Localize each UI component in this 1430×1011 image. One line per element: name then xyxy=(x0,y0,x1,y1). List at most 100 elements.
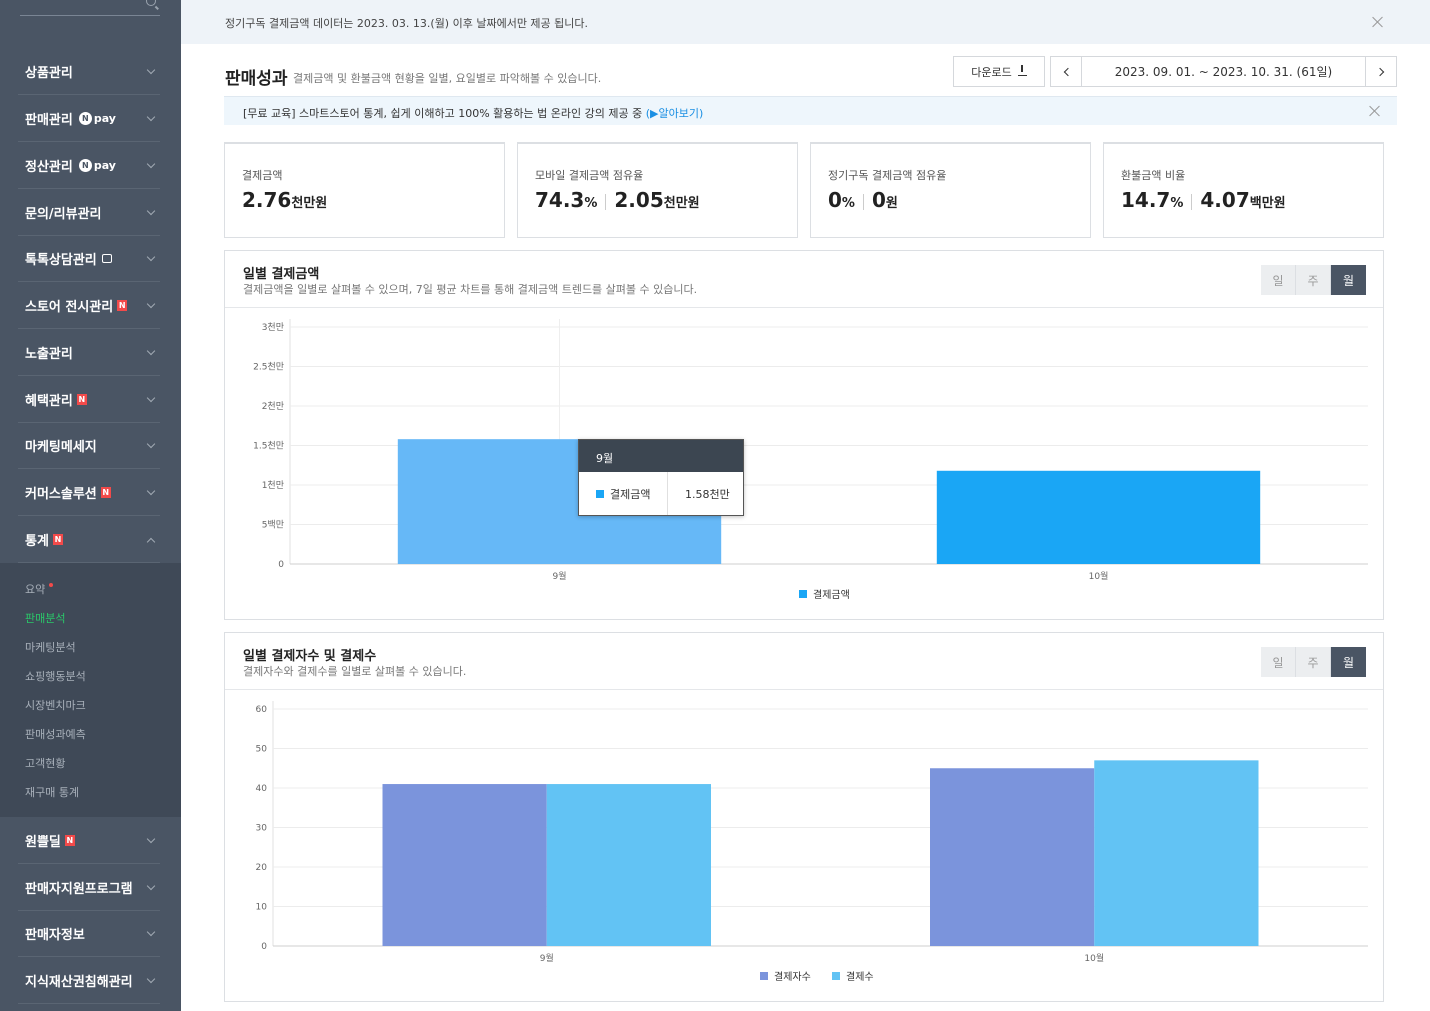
kpi-card-mobile-share: 모바일 결제금액 점유율 74.3% 2.05천만원 xyxy=(517,142,798,238)
legend-swatch xyxy=(832,972,840,980)
new-dot xyxy=(49,583,54,587)
stats-subitem-5[interactable]: 판매성과예측 xyxy=(25,726,86,742)
toggle-day[interactable]: 일 xyxy=(1261,647,1296,677)
close-icon[interactable] xyxy=(1372,16,1384,28)
y-tick-label: 30 xyxy=(256,824,268,834)
kpi-card-payment: 결제금액 2.76천만원 xyxy=(224,142,505,238)
chevron-down-icon xyxy=(146,881,156,891)
tooltip-value: 1.58천만 xyxy=(685,487,730,501)
sidebar-group-label: 지식재산권침해관리 xyxy=(25,975,133,990)
download-button[interactable]: 다운로드 xyxy=(953,56,1045,87)
sidebar-group-label: 문의/리뷰관리 xyxy=(25,207,102,222)
stats-subitem-4[interactable]: 시장벤치마크 xyxy=(25,697,86,713)
sidebar-group-9[interactable]: 커머스솔루션 N xyxy=(18,470,160,516)
new-badge: N xyxy=(117,300,128,311)
panel-title: 일별 결제금액 xyxy=(243,267,320,282)
stats-subitem-6[interactable]: 고객현황 xyxy=(25,755,65,771)
payment-bar-chart: 05백만1천만1.5천만2천만2.5천만3천만9월 10월결제금액 xyxy=(253,319,1368,601)
x-tick-label: 10월 xyxy=(1089,570,1109,582)
sidebar-group-8[interactable]: 마케팅메세지 xyxy=(18,423,160,469)
sidebar-group-4[interactable]: 톡톡상담관리 xyxy=(18,236,160,282)
sidebar-group-0[interactable]: 상품관리 xyxy=(18,49,160,95)
next-period-button[interactable] xyxy=(1365,56,1397,87)
legend-label: 결제자수 xyxy=(774,971,811,983)
legend-swatch xyxy=(799,590,807,598)
sidebar-group-7[interactable]: 혜택관리 N xyxy=(18,377,160,423)
stats-subitem-1[interactable]: 판매분석 xyxy=(25,610,65,626)
y-tick-label: 10 xyxy=(256,903,268,913)
chat-bubble-icon xyxy=(101,254,112,263)
kpi-label: 정기구독 결제금액 점유율 xyxy=(828,169,947,182)
date-range-picker[interactable]: 2023. 09. 01. ~ 2023. 10. 31. (61일) xyxy=(1081,56,1366,87)
y-tick-label: 2천만 xyxy=(262,401,284,412)
new-badge: N xyxy=(52,534,63,545)
stats-subitem-0[interactable]: 요약 xyxy=(25,581,54,597)
sidebar-search[interactable] xyxy=(20,0,160,16)
prev-period-button[interactable] xyxy=(1050,56,1082,87)
kpi-card-refund-ratio: 환불금액 비율 14.7% 4.07백만원 xyxy=(1103,142,1384,238)
stats-subitem-3[interactable]: 쇼핑행동분석 xyxy=(25,668,86,684)
toggle-month[interactable]: 월 xyxy=(1331,647,1366,677)
y-tick-label: 20 xyxy=(256,863,268,873)
chevron-down-icon xyxy=(146,252,156,262)
kpi-value: 0% 0원 xyxy=(828,188,898,212)
notice-text: 정기구독 결제금액 데이터는 2023. 03. 13.(월) 이후 날짜에서만… xyxy=(225,17,589,30)
download-icon xyxy=(1017,65,1027,76)
y-tick-label: 50 xyxy=(256,745,268,755)
bar xyxy=(930,768,1095,946)
sidebar-group-label: 판매자정보 xyxy=(25,928,85,943)
sidebar-group-14[interactable]: 지식재산권침해관리 xyxy=(18,958,160,1004)
sidebar-group-6[interactable]: 노출관리 xyxy=(18,330,160,376)
x-tick-label: 10월 xyxy=(1084,952,1104,964)
sidebar-group-1[interactable]: 판매관리 Npay xyxy=(18,96,160,142)
y-tick-label: 60 xyxy=(256,705,268,715)
stats-subitem-7[interactable]: 재구매 통계 xyxy=(25,784,79,800)
bar xyxy=(1094,760,1259,946)
bar xyxy=(382,784,547,946)
bar xyxy=(936,470,1261,564)
sidebar-group-11[interactable]: 원쁠딜 N xyxy=(18,818,160,864)
sidebar-group-label: 혜택관리 xyxy=(25,394,73,409)
period-toggle: 일 주 월 xyxy=(1261,647,1366,677)
kpi-label: 모바일 결제금액 점유율 xyxy=(535,169,644,182)
download-label: 다운로드 xyxy=(971,65,1012,79)
main-content: 판매성과 결제금액 및 환불금액 현황을 일별, 요일별로 파악해볼 수 있습니… xyxy=(181,44,1430,1011)
top-notice: 정기구독 결제금액 데이터는 2023. 03. 13.(월) 이후 날짜에서만… xyxy=(181,0,1430,44)
toggle-month[interactable]: 월 xyxy=(1331,265,1366,295)
chevron-down-icon xyxy=(146,159,156,169)
toggle-week[interactable]: 주 xyxy=(1296,265,1331,295)
chevron-down-icon xyxy=(146,346,156,356)
sidebar-group-12[interactable]: 판매자지원프로그램 xyxy=(18,865,160,911)
kpi-value: 2.76천만원 xyxy=(242,188,328,212)
sidebar-group-10[interactable]: 통계 N xyxy=(18,517,160,563)
stats-subitem-2[interactable]: 마케팅분석 xyxy=(25,639,76,655)
sidebar-group-3[interactable]: 문의/리뷰관리 xyxy=(18,190,160,236)
chevron-down-icon xyxy=(146,65,156,75)
sidebar-group-label: 톡톡상담관리 xyxy=(25,253,97,268)
panel-title: 일별 결제자수 및 결제수 xyxy=(243,649,377,664)
learn-more-link[interactable]: (▶알아보기) xyxy=(646,107,704,120)
chevron-left-icon xyxy=(1063,67,1072,76)
sidebar-group-label: 통계 xyxy=(25,534,49,549)
chevron-down-icon xyxy=(146,486,156,496)
new-badge: N xyxy=(76,394,87,405)
sidebar-group-5[interactable]: 스토어 전시관리 N xyxy=(18,283,160,329)
y-tick-label: 5백만 xyxy=(262,520,284,531)
chevron-up-icon xyxy=(146,537,156,547)
period-toggle: 일 주 월 xyxy=(1261,265,1366,295)
bar xyxy=(546,784,711,946)
chevron-down-icon xyxy=(146,834,156,844)
legend-label: 결제수 xyxy=(846,971,874,983)
toggle-week[interactable]: 주 xyxy=(1296,647,1331,677)
payer-count-bar-chart: 0 10 20 30 40 50 60 9월 10월결제자수 결제수 xyxy=(256,701,1368,983)
sidebar-group-13[interactable]: 판매자정보 xyxy=(18,911,160,957)
chevron-down-icon xyxy=(146,974,156,984)
close-icon[interactable] xyxy=(1369,105,1381,117)
sidebar-group-2[interactable]: 정산관리 Npay xyxy=(18,143,160,189)
toggle-day[interactable]: 일 xyxy=(1261,265,1296,295)
chevron-down-icon xyxy=(146,393,156,403)
page-description: 결제금액 및 환불금액 현황을 일별, 요일별로 파악해볼 수 있습니다. xyxy=(293,72,602,85)
search-icon[interactable] xyxy=(146,0,156,6)
chevron-down-icon xyxy=(146,299,156,309)
panel-description: 결제자수와 결제수를 일별로 살펴볼 수 있습니다. xyxy=(243,665,467,678)
